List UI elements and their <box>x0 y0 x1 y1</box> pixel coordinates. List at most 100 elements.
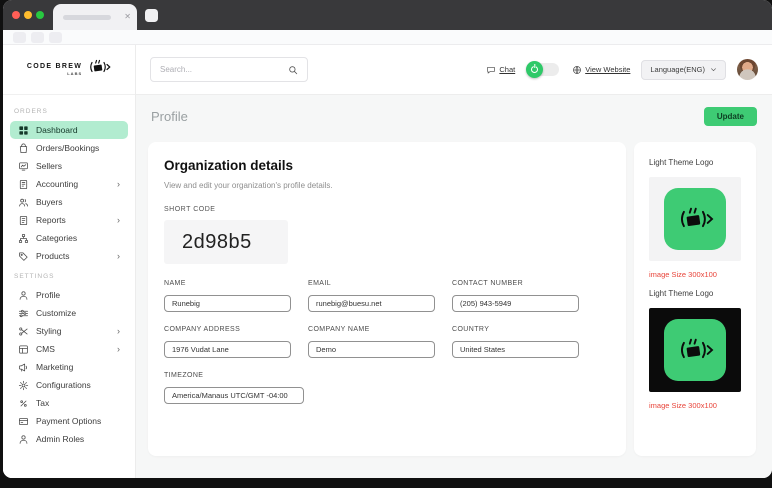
field-company-address: COMPANY ADDRESS <box>164 326 291 358</box>
sidebar-item-reports[interactable]: Reports› <box>10 211 128 229</box>
sidebar-item-label: Sellers <box>36 161 62 171</box>
sidebar-item-label: Tax <box>36 398 49 408</box>
close-window-button[interactable] <box>12 11 20 19</box>
reload-button[interactable] <box>49 32 62 43</box>
theme-logo-label: Light Theme Logo <box>649 289 741 298</box>
content-area: Profile Update Organization details View… <box>136 95 772 478</box>
field-label: TIMEZONE <box>164 372 610 379</box>
timezone-row: TIMEZONE <box>164 372 610 404</box>
configurations-gear-icon <box>18 380 29 391</box>
company-name-input[interactable] <box>308 341 435 358</box>
sidebar-item-label: Categories <box>36 233 77 243</box>
site-online-toggle[interactable] <box>528 63 559 76</box>
sidebar-section-label: SETTINGS <box>14 273 124 280</box>
buyers-people-icon <box>18 197 29 208</box>
browser-window: ✕ CODE BREW LABS <box>3 0 772 478</box>
sidebar-item-label: Admin Roles <box>36 434 84 444</box>
sidebar-item-tax[interactable]: Tax <box>10 394 128 412</box>
customize-sliders-icon <box>18 308 29 319</box>
organization-details-card: Organization details View and edit your … <box>148 142 626 456</box>
tab-close-icon[interactable]: ✕ <box>124 13 131 21</box>
name-input[interactable] <box>164 295 291 312</box>
sidebar-item-label: Payment Options <box>36 416 101 426</box>
field-timezone: TIMEZONE <box>164 372 610 404</box>
sidebar-item-customize[interactable]: Customize <box>10 304 128 322</box>
sidebar-nav: ORDERSDashboardOrders/BookingsSellersAcc… <box>3 95 135 453</box>
orders-bag-icon <box>18 143 29 154</box>
reports-doc-icon <box>18 215 29 226</box>
field-contact-number: CONTACT NUMBER <box>452 280 579 312</box>
view-website-link[interactable]: View Website <box>572 65 630 75</box>
sidebar-item-label: Styling <box>36 326 62 336</box>
chevron-right-icon: › <box>117 180 120 189</box>
sidebar-item-dashboard[interactable]: Dashboard <box>10 121 128 139</box>
field-name: NAME <box>164 280 291 312</box>
sidebar-item-label: Profile <box>36 290 60 300</box>
forward-button[interactable] <box>31 32 44 43</box>
image-size-note: image Size 300x100 <box>649 401 741 410</box>
company-address-input[interactable] <box>164 341 291 358</box>
field-label: EMAIL <box>308 280 435 287</box>
short-code-value: 2d98b5 <box>164 220 288 264</box>
field-country: COUNTRY <box>452 326 579 358</box>
chevron-right-icon: › <box>117 252 120 261</box>
back-button[interactable] <box>13 32 26 43</box>
sidebar-item-accounting[interactable]: Accounting › <box>10 175 128 193</box>
cms-layout-icon <box>18 344 29 355</box>
brand-logo-image <box>664 188 726 250</box>
language-dropdown[interactable]: Language(ENG) <box>641 60 726 80</box>
country-input[interactable] <box>452 341 579 358</box>
sidebar-item-cms[interactable]: CMS› <box>10 340 128 358</box>
sidebar-item-admin-roles[interactable]: Admin Roles <box>10 430 128 448</box>
sidebar-item-sellers[interactable]: Sellers <box>10 157 128 175</box>
products-tag-icon <box>18 251 29 262</box>
sidebar-item-categories[interactable]: Categories <box>10 229 128 247</box>
sidebar-item-buyers[interactable]: Buyers <box>10 193 128 211</box>
search-box[interactable] <box>150 57 308 82</box>
search-icon <box>288 65 298 75</box>
app-logo[interactable]: CODE BREW LABS <box>3 45 135 95</box>
sidebar-item-label: Accounting <box>36 179 78 189</box>
theme-logos-card: Light Theme Logoimage Size 300x100Light … <box>634 142 756 456</box>
user-avatar[interactable] <box>737 59 758 80</box>
browser-tab[interactable]: ✕ <box>53 4 137 30</box>
sidebar-item-styling[interactable]: Styling › <box>10 322 128 340</box>
sidebar-item-orders-bookings[interactable]: Orders/Bookings <box>10 139 128 157</box>
dark-theme-logo-upload[interactable] <box>649 308 741 392</box>
browser-chrome: ✕ <box>3 0 772 30</box>
sidebar-item-configurations[interactable]: Configurations <box>10 376 128 394</box>
chevron-right-icon: › <box>117 216 120 225</box>
timezone-input[interactable] <box>164 387 304 404</box>
sidebar-item-profile[interactable]: Profile <box>10 286 128 304</box>
accounting-ledger-icon <box>18 179 29 190</box>
sidebar-item-products[interactable]: Products› <box>10 247 128 265</box>
new-tab-button[interactable] <box>145 9 158 22</box>
profile-person-icon <box>18 290 29 301</box>
search-input[interactable] <box>160 65 288 74</box>
update-button[interactable]: Update <box>704 107 757 126</box>
email-input[interactable] <box>308 295 435 312</box>
sidebar-item-marketing[interactable]: Marketing <box>10 358 128 376</box>
chat-link[interactable]: Chat <box>486 65 515 75</box>
minimize-window-button[interactable] <box>24 11 32 19</box>
sidebar-item-label: Dashboard <box>36 125 78 135</box>
payment-card-icon <box>18 416 29 427</box>
toggle-knob <box>526 61 543 78</box>
categories-tree-icon <box>18 233 29 244</box>
light-theme-logo-upload[interactable] <box>649 177 741 261</box>
short-code-label: SHORT CODE <box>164 206 610 213</box>
chevron-right-icon: › <box>117 327 120 336</box>
sidebar-item-label: Buyers <box>36 197 62 207</box>
sidebar-item-payment-options[interactable]: Payment Options <box>10 412 128 430</box>
field-email: EMAIL <box>308 280 435 312</box>
org-details-subtitle: View and edit your organization's profil… <box>164 181 610 190</box>
chevron-right-icon: › <box>117 345 120 354</box>
sidebar-item-label: Configurations <box>36 380 91 390</box>
maximize-window-button[interactable] <box>36 11 44 19</box>
field-label: COUNTRY <box>452 326 579 333</box>
tax-percent-icon <box>18 398 29 409</box>
field-company-name: COMPANY NAME <box>308 326 435 358</box>
sidebar: CODE BREW LABS ORDERSDashboardOrders/Boo… <box>3 45 136 478</box>
field-label: CONTACT NUMBER <box>452 280 579 287</box>
contact-number-input[interactable] <box>452 295 579 312</box>
